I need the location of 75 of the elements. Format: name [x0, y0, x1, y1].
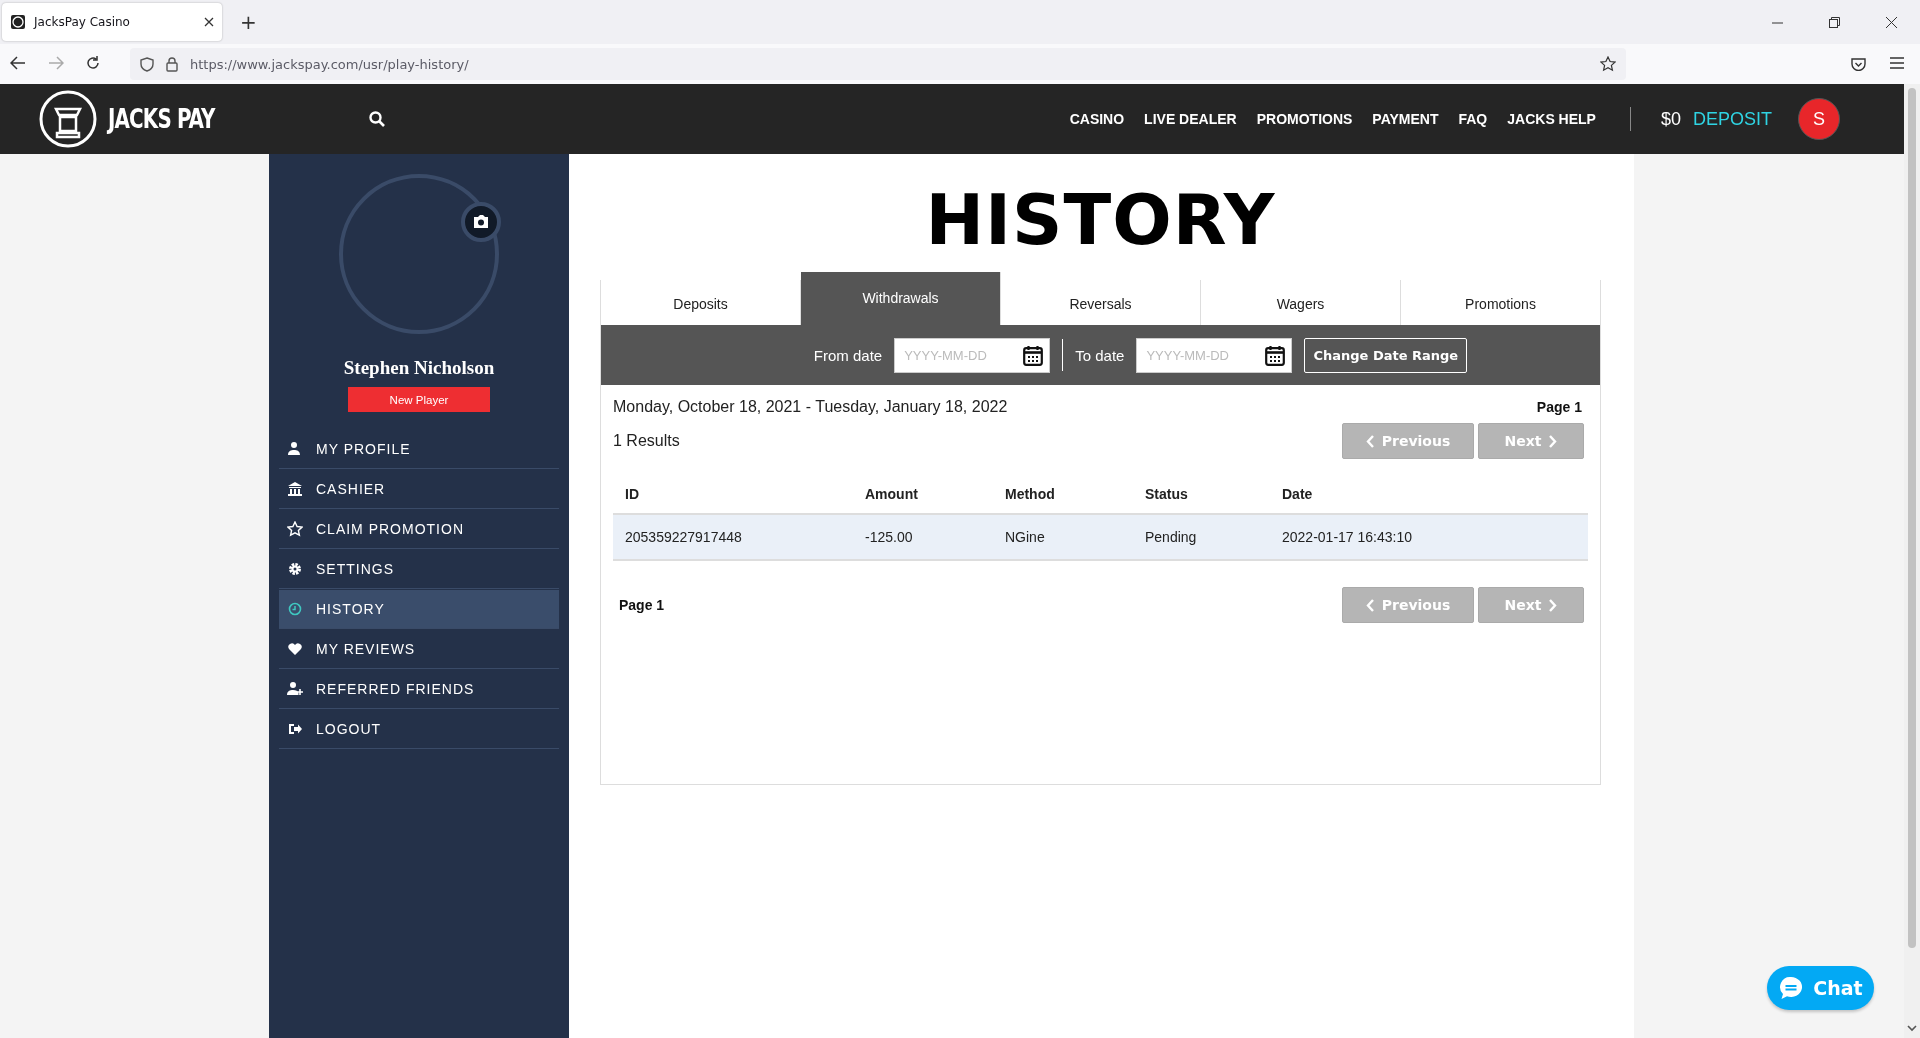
sidebar-item[interactable]: HISTORY — [279, 590, 559, 629]
from-date-field[interactable]: YYYY-MM-DD — [894, 337, 1051, 373]
chevron-right-icon — [1548, 598, 1558, 612]
nav-link[interactable]: PAYMENT — [1372, 111, 1439, 127]
sidebar-item[interactable]: MY REVIEWS — [279, 630, 559, 669]
lock-icon — [166, 56, 178, 72]
url-text: https://www.jackspay.com/usr/play-history/ — [190, 56, 470, 72]
person-icon — [287, 441, 303, 457]
page-title: HISTORY — [924, 178, 1277, 263]
sidebar-item[interactable]: MY PROFILE — [279, 430, 559, 469]
nav-link[interactable]: PROMOTIONS — [1256, 111, 1353, 127]
gear-icon — [287, 561, 303, 577]
date-range-text: Monday, October 18, 2021 - Tuesday, January 18, 2022 — [613, 398, 1008, 416]
site-favicon-icon — [10, 14, 26, 30]
logo-text[interactable]: JACKS PAY — [108, 104, 215, 134]
search-icon[interactable] — [369, 111, 386, 127]
star-icon[interactable] — [1600, 56, 1616, 72]
to-date-field[interactable]: YYYY-MM-DD — [1136, 337, 1293, 373]
back-icon[interactable] — [10, 55, 26, 70]
add-user-icon — [287, 681, 303, 697]
logo-icon[interactable] — [38, 89, 98, 149]
address-bar[interactable]: https://www.jackspay.com/usr/play-history/ — [130, 48, 1626, 80]
nav-link[interactable]: FAQ — [1458, 111, 1488, 127]
to-date-label: To date — [1075, 346, 1125, 364]
from-date-label: From date — [813, 346, 883, 364]
shield-icon — [140, 56, 154, 72]
chevron-left-icon — [1365, 434, 1375, 448]
calendar-icon[interactable] — [1265, 344, 1286, 366]
page-label: Page 1 — [1536, 399, 1582, 415]
table-cell: 205359227917448 — [613, 514, 853, 560]
pocket-icon[interactable] — [1851, 57, 1866, 71]
nav-link[interactable]: CASINO — [1069, 111, 1125, 127]
user-avatar[interactable]: S — [1798, 98, 1840, 140]
table-cell: -125.00 — [853, 514, 993, 560]
user-name: Stephen Nicholson — [343, 357, 495, 379]
sidebar-item[interactable]: CASHIER — [279, 470, 559, 509]
sidebar-item[interactable]: SETTINGS — [279, 550, 559, 589]
restore-icon[interactable] — [1829, 16, 1840, 28]
history-tab[interactable]: Deposits — [601, 280, 801, 325]
sidebar-item[interactable]: CLAIM PROMOTION — [279, 510, 559, 549]
history-tab[interactable]: Reversals — [1001, 280, 1201, 325]
sidebar-item[interactable]: REFERRED FRIENDS — [279, 670, 559, 709]
table-cell: NGine — [993, 514, 1133, 560]
nav-link[interactable]: LIVE DEALER — [1144, 111, 1237, 127]
deposit-link[interactable]: DEPOSIT — [1693, 108, 1772, 130]
table-cell: Pending — [1133, 514, 1270, 560]
results-count: 1 Results — [613, 432, 680, 450]
table-cell: 2022-01-17 16:43:10 — [1270, 514, 1588, 560]
sign-out-icon — [287, 721, 303, 737]
reload-icon[interactable] — [86, 55, 100, 70]
sidebar-item[interactable]: LOGOUT — [279, 710, 559, 749]
close-icon[interactable] — [1886, 16, 1897, 28]
history-tab[interactable]: Withdrawals — [801, 272, 1001, 325]
star-icon — [287, 521, 303, 537]
tab-title: JacksPay Casino — [34, 15, 131, 29]
speech-bubble-icon — [1778, 975, 1805, 1001]
chevron-left-icon — [1365, 598, 1375, 612]
change-date-range-button[interactable]: Change Date Range — [1304, 337, 1468, 373]
new-tab-button[interactable]: + — [236, 10, 261, 34]
balance-text: $0 — [1660, 108, 1681, 130]
page-label: Page 1 — [619, 597, 665, 613]
scrollbar-thumb[interactable] — [1908, 88, 1916, 948]
nav-link[interactable]: JACKS HELP — [1507, 111, 1596, 127]
bank-icon — [287, 481, 303, 497]
browser-tab[interactable]: JacksPay Casino — [2, 3, 222, 41]
heart-icon — [287, 641, 303, 657]
chevron-right-icon — [1548, 434, 1558, 448]
calendar-icon[interactable] — [1023, 344, 1044, 366]
clock-icon — [287, 601, 303, 617]
close-icon[interactable] — [204, 17, 214, 27]
menu-icon[interactable] — [1890, 57, 1904, 69]
history-tab[interactable]: Wagers — [1201, 280, 1401, 325]
player-status-badge: New Player — [348, 387, 490, 412]
camera-icon[interactable] — [461, 202, 501, 242]
scroll-down-icon[interactable] — [1907, 1024, 1917, 1032]
